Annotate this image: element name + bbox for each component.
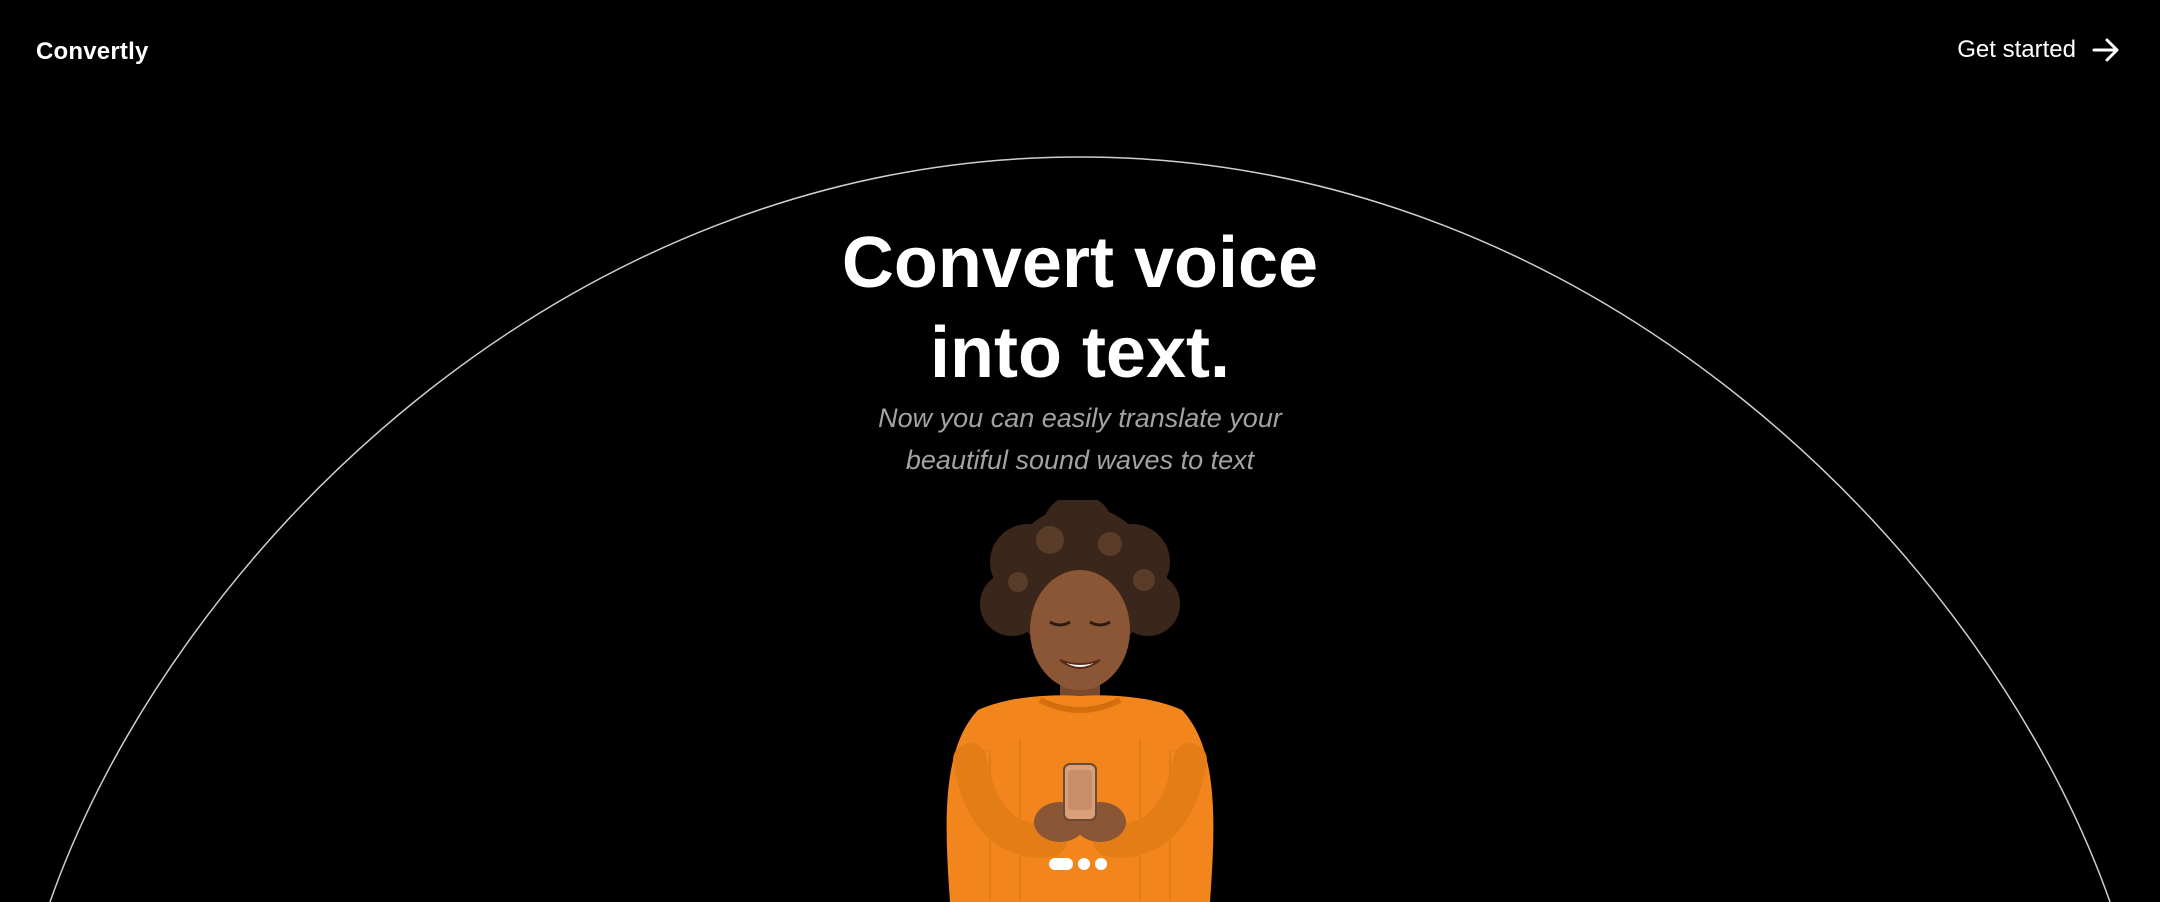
hero-subtitle: Now you can easily translate your beauti… (0, 397, 2160, 481)
carousel-indicators (1049, 858, 1107, 870)
woman-with-phone-image (946, 500, 1214, 902)
carousel-dot-3[interactable] (1095, 858, 1107, 870)
hero-subtitle-line-2: beautiful sound waves to text (905, 445, 1255, 475)
carousel-dot-1[interactable] (1049, 858, 1073, 870)
hero-title: Convert voice into text. (0, 218, 2160, 398)
arrow-right-icon (2092, 37, 2120, 63)
carousel-dot-2[interactable] (1078, 858, 1090, 870)
brand-logo[interactable]: Convertly (36, 38, 149, 66)
get-started-label: Get started (1957, 36, 2076, 63)
hero-title-line-2: into text. (930, 313, 1230, 393)
hero-title-line-1: Convert voice (841, 223, 1319, 303)
landing-page: Convertly Get started Convert voice into… (0, 0, 2160, 902)
hero-subtitle-line-1: Now you can easily translate your (878, 403, 1282, 433)
get-started-button[interactable]: Get started (1957, 36, 2120, 64)
